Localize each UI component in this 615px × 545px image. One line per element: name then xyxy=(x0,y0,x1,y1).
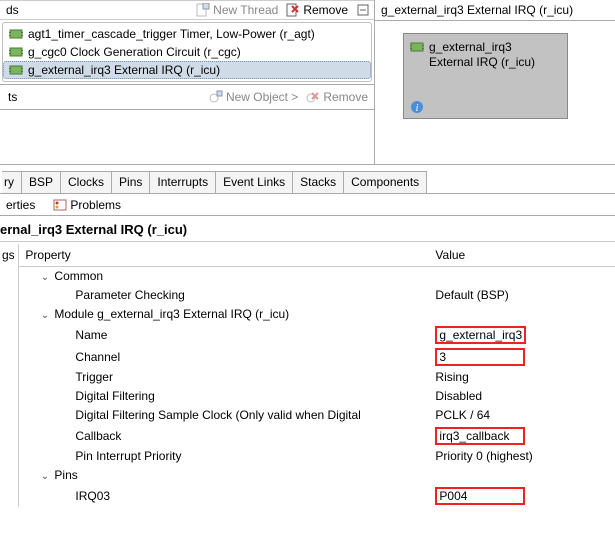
new-thread-button[interactable]: New Thread xyxy=(196,3,278,17)
remove-object-label: Remove xyxy=(323,90,368,104)
row-name[interactable]: Name g_external_irq3 xyxy=(19,324,615,346)
prop-label: Channel xyxy=(19,346,429,368)
tab-properties[interactable]: erties xyxy=(2,195,39,215)
group-label: Pins xyxy=(54,468,77,482)
module-icon xyxy=(9,45,23,59)
config-tab-strip: ry BSP Clocks Pins Interrupts Event Link… xyxy=(0,171,615,194)
tab-problems[interactable]: Problems xyxy=(49,195,125,215)
prop-value[interactable]: Rising xyxy=(429,368,615,387)
row-pins[interactable]: ⌄ Pins xyxy=(19,466,615,485)
properties-section-title: ernal_irq3 External IRQ (r_icu) xyxy=(0,216,615,242)
prop-label: IRQ03 xyxy=(19,485,429,507)
svg-text:i: i xyxy=(416,103,419,114)
group-label: Module g_external_irq3 External IRQ (r_i… xyxy=(54,307,289,321)
new-thread-label: New Thread xyxy=(213,3,278,17)
row-dclock[interactable]: Digital Filtering Sample Clock (Only val… xyxy=(19,406,615,425)
row-param-check[interactable]: Parameter CheckingDefault (BSP) xyxy=(19,286,615,305)
prop-value[interactable]: P004 xyxy=(435,487,525,505)
row-priority[interactable]: Pin Interrupt PriorityPriority 0 (highes… xyxy=(19,447,615,466)
col-property: Property xyxy=(19,244,429,267)
tab-interrupts[interactable]: Interrupts xyxy=(149,171,216,193)
module-name: g_external_irq3 xyxy=(429,40,535,55)
row-common[interactable]: ⌄ Common xyxy=(19,267,615,286)
module-icon xyxy=(9,63,23,77)
module-desc: External IRQ (r_icu) xyxy=(429,55,535,70)
remove-object-button[interactable]: Remove xyxy=(306,90,368,104)
tab-problems-label: Problems xyxy=(70,198,121,212)
stack-item-label: agt1_timer_cascade_trigger Timer, Low-Po… xyxy=(28,27,315,41)
stack-item-cgc0[interactable]: g_cgc0 Clock Generation Circuit (r_cgc) xyxy=(3,43,371,61)
prop-label: Digital Filtering Sample Clock (Only val… xyxy=(19,406,429,425)
gutter-label: gs xyxy=(0,244,18,266)
tab-components[interactable]: Components xyxy=(343,171,427,193)
prop-value[interactable]: g_external_irq3 xyxy=(435,326,526,344)
prop-label: Parameter Checking xyxy=(19,286,429,305)
prop-value[interactable]: PCLK / 64 xyxy=(429,406,615,425)
prop-label: Callback xyxy=(19,425,429,447)
stack-list: agt1_timer_cascade_trigger Timer, Low-Po… xyxy=(2,22,372,82)
tab-stacks[interactable]: Stacks xyxy=(292,171,344,193)
prop-value[interactable]: Priority 0 (highest) xyxy=(429,447,615,466)
expand-toggle[interactable]: ⌄ xyxy=(39,272,50,283)
stack-item-agt1[interactable]: agt1_timer_cascade_trigger Timer, Low-Po… xyxy=(3,25,371,43)
prop-value[interactable]: Disabled xyxy=(429,387,615,406)
prop-label: Trigger xyxy=(19,368,429,387)
module-block[interactable]: g_external_irq3 External IRQ (r_icu) i xyxy=(403,33,568,119)
new-thread-icon xyxy=(196,3,210,17)
prop-value[interactable]: irq3_callback xyxy=(435,427,525,445)
remove-icon xyxy=(286,3,300,17)
tab-pins[interactable]: Pins xyxy=(111,171,150,193)
pane-title-cut: ds xyxy=(4,3,19,17)
group-label: Common xyxy=(54,269,103,283)
row-module[interactable]: ⌄ Module g_external_irq3 External IRQ (r_… xyxy=(19,305,615,324)
remove-button[interactable]: Remove xyxy=(286,3,348,17)
properties-table: Property Value ⌄ Common Parameter Checkin… xyxy=(19,244,615,507)
prop-value[interactable]: 3 xyxy=(435,348,525,366)
prop-value[interactable]: Default (BSP) xyxy=(429,286,615,305)
module-icon xyxy=(9,27,23,41)
new-object-button[interactable]: New Object > xyxy=(209,90,298,104)
row-callback[interactable]: Callback irq3_callback xyxy=(19,425,615,447)
col-value: Value xyxy=(429,244,615,267)
stack-item-irq3[interactable]: g_external_irq3 External IRQ (r_icu) xyxy=(3,61,371,79)
settings-gutter: gs xyxy=(0,244,19,507)
tab-clocks[interactable]: Clocks xyxy=(60,171,112,193)
module-block-title: g_external_irq3 External IRQ (r_icu) xyxy=(375,0,615,21)
tab-summary-cut[interactable]: ry xyxy=(2,171,22,193)
remove-icon xyxy=(306,90,320,104)
row-channel[interactable]: Channel 3 xyxy=(19,346,615,368)
tab-bsp[interactable]: BSP xyxy=(21,171,61,193)
collapse-icon[interactable] xyxy=(356,3,370,17)
row-irq03[interactable]: IRQ03 P004 xyxy=(19,485,615,507)
new-object-icon xyxy=(209,90,223,104)
info-icon[interactable]: i xyxy=(410,100,424,114)
module-icon xyxy=(410,40,424,54)
stack-item-label: g_cgc0 Clock Generation Circuit (r_cgc) xyxy=(28,45,241,59)
expand-toggle[interactable]: ⌄ xyxy=(39,310,50,321)
tab-event-links[interactable]: Event Links xyxy=(215,171,293,193)
problems-icon xyxy=(53,198,67,212)
mid-title-cut: ts xyxy=(6,90,17,104)
new-object-label: New Object > xyxy=(226,90,298,104)
expand-toggle[interactable]: ⌄ xyxy=(39,471,50,482)
prop-label: Pin Interrupt Priority xyxy=(19,447,429,466)
remove-label: Remove xyxy=(303,3,348,17)
stack-item-label: g_external_irq3 External IRQ (r_icu) xyxy=(28,63,220,77)
prop-label: Digital Filtering xyxy=(19,387,429,406)
row-dfilter[interactable]: Digital FilteringDisabled xyxy=(19,387,615,406)
prop-label: Name xyxy=(19,324,429,346)
row-trigger[interactable]: TriggerRising xyxy=(19,368,615,387)
